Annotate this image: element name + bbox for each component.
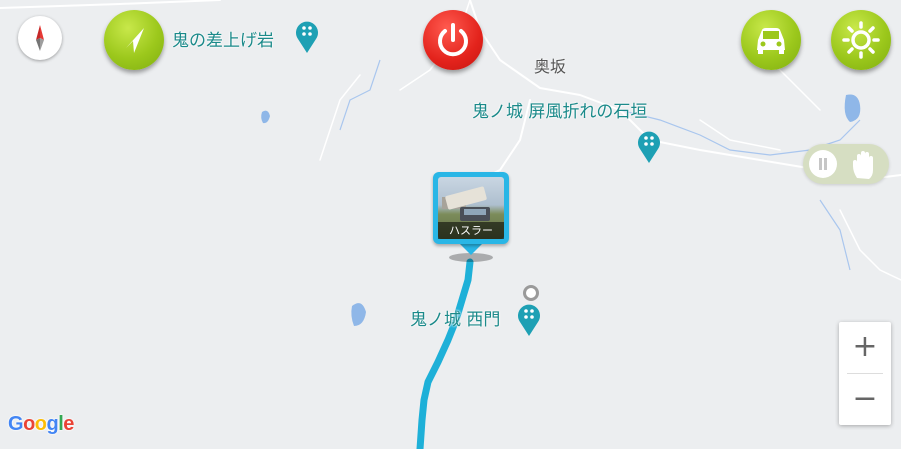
poi-label-oni-sashiage[interactable]: 鬼の差上げ岩 [172,26,274,51]
pause-icon[interactable] [809,150,837,178]
car-mode-button[interactable] [741,10,801,70]
pond [844,94,861,122]
poi-pin-oni-sashiage[interactable] [294,18,320,54]
sun-icon [842,21,880,59]
pond [351,303,366,326]
poi-label-byobu[interactable]: 鬼ノ城 屏風折れの石垣 [472,97,647,122]
vehicle-name-label: ハスラー [438,222,504,239]
stream [339,59,381,131]
power-button[interactable] [423,10,483,70]
compass-icon [36,25,44,51]
poi-label-nishimon[interactable]: 鬼ノ城 西門 [410,305,500,330]
poi-marker-icon [638,131,660,163]
location-dot [523,285,539,301]
zoom-control: + − [839,322,891,425]
navigation-arrow-icon [126,28,144,53]
stream [819,199,851,271]
poi-pin-byobu[interactable] [636,128,662,164]
road [839,209,901,281]
vehicle-marker[interactable]: ハスラー [433,172,509,244]
hand-icon[interactable] [847,148,881,182]
compass-button[interactable] [18,16,62,60]
brightness-button[interactable] [831,10,891,70]
road [319,74,361,161]
poi-pin-nishimon[interactable] [516,301,542,337]
google-logo: Google [8,413,74,435]
navigate-button[interactable] [104,10,164,70]
zoom-out-button[interactable]: − [839,374,891,425]
vehicle-marker-pointer [459,243,483,255]
route-line [416,258,474,449]
poi-marker-icon [296,21,318,53]
car-icon [757,28,785,54]
playback-toggle [803,144,889,184]
road [699,119,781,151]
road [0,0,221,9]
town-label-okusaka: 奥坂 [534,57,567,76]
poi-marker-icon [518,304,540,336]
pond [261,110,270,124]
zoom-in-button[interactable]: + [839,322,891,373]
power-icon [438,23,468,57]
